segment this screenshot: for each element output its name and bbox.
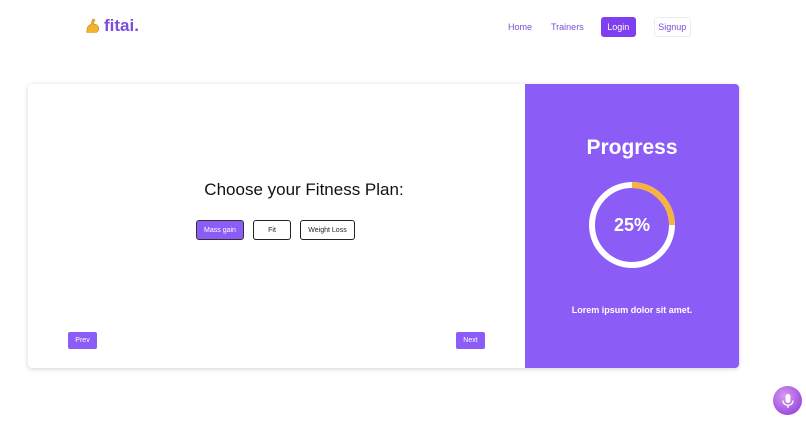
plan-title: Choose your Fitness Plan: (204, 180, 404, 199)
nav-home-link[interactable]: Home (508, 22, 532, 32)
progress-gauge: 25% (586, 179, 678, 271)
progress-percent: 25% (613, 214, 651, 235)
brand-name: fitai. (104, 16, 139, 35)
signup-button[interactable]: Signup (653, 17, 691, 37)
flexed-biceps-icon (86, 18, 100, 33)
progress-title: Progress (586, 136, 678, 159)
prev-button[interactable]: Prev (68, 332, 97, 349)
plan-option-mass-gain[interactable]: Mass gain (196, 220, 244, 240)
plan-options: Mass gain Fit Weight Loss (196, 220, 355, 240)
progress-caption: Lorem ipsum dolor sit amet. (571, 305, 693, 315)
main-nav: Home Trainers Login Signup (508, 17, 691, 37)
plan-option-weight-loss[interactable]: Weight Loss (300, 220, 355, 240)
plan-card: Choose your Fitness Plan: Mass gain Fit … (28, 84, 739, 368)
microphone-icon (781, 393, 794, 408)
voice-assistant-button[interactable] (773, 386, 802, 415)
progress-panel: Progress 25% Lorem ipsum dolor sit amet. (525, 84, 739, 368)
next-button[interactable]: Next (456, 332, 485, 349)
login-button[interactable]: Login (600, 17, 636, 37)
nav-trainers-link[interactable]: Trainers (551, 22, 584, 32)
brand-logo[interactable]: fitai. (84, 16, 139, 36)
plan-option-fit[interactable]: Fit (253, 220, 291, 240)
